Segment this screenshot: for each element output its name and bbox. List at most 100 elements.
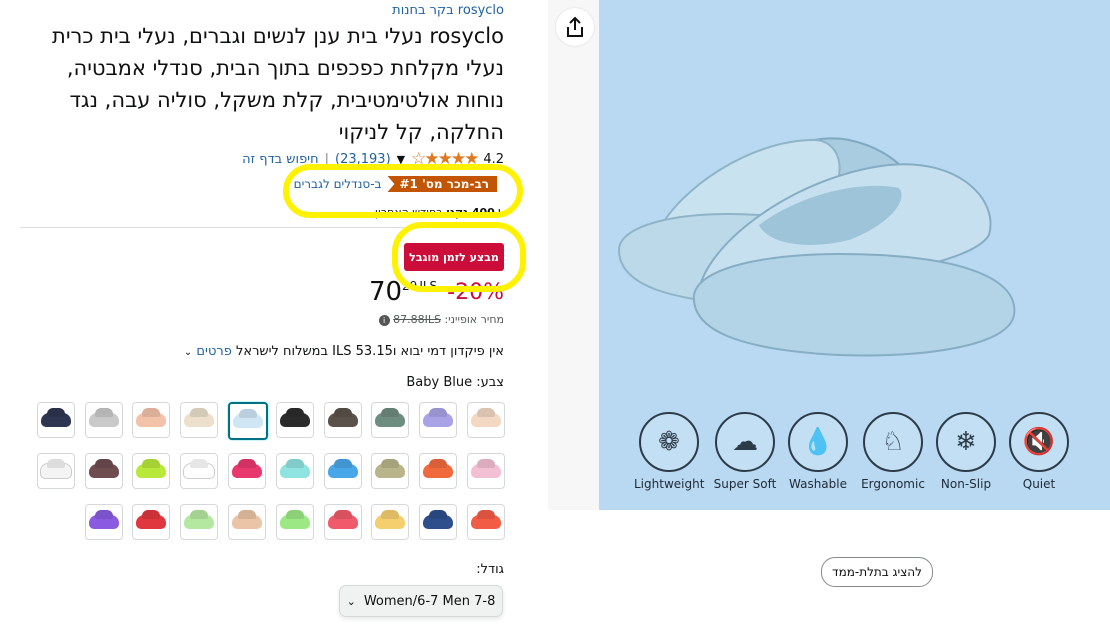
view-3d-label: להציג בתלת-ממד bbox=[832, 565, 922, 579]
feather-icon: ❁ bbox=[639, 412, 699, 472]
feature-label: Super Soft bbox=[713, 477, 777, 491]
slipper-thumbnail bbox=[136, 464, 167, 478]
color-swatch[interactable] bbox=[36, 453, 75, 489]
size-label: גודל: bbox=[476, 562, 504, 577]
color-swatch[interactable] bbox=[228, 402, 268, 440]
slipper-thumbnail bbox=[184, 413, 215, 427]
slipper-thumbnail bbox=[88, 464, 119, 478]
drops-icon: 💧 bbox=[788, 412, 848, 472]
slipper-thumbnail bbox=[471, 413, 501, 427]
size-value: Women/6-7 Men 7-8 bbox=[363, 593, 496, 609]
feature-label: Washable bbox=[789, 477, 847, 491]
color-label-row: צבע: Baby Blue bbox=[406, 375, 504, 390]
slipper-thumbnail bbox=[184, 515, 215, 529]
color-swatch[interactable] bbox=[371, 402, 410, 438]
color-swatch[interactable] bbox=[132, 402, 171, 438]
color-swatch[interactable] bbox=[275, 504, 314, 540]
color-swatch[interactable] bbox=[275, 402, 314, 438]
highlight-mark bbox=[392, 222, 526, 292]
slipper-thumbnail bbox=[327, 413, 358, 427]
color-swatch[interactable] bbox=[36, 402, 75, 438]
chevron-down-icon: ⌄ bbox=[346, 594, 356, 608]
slipper-thumbnail bbox=[232, 464, 262, 478]
slipper-thumbnail bbox=[136, 413, 167, 427]
color-swatch[interactable] bbox=[132, 453, 171, 489]
slipper-thumbnail bbox=[40, 413, 71, 427]
color-swatch[interactable] bbox=[323, 504, 362, 540]
color-swatch[interactable] bbox=[84, 402, 123, 438]
color-swatch[interactable] bbox=[228, 453, 266, 489]
slip-icon: ❄ bbox=[936, 412, 996, 472]
view-3d-button[interactable]: להציג בתלת-ממד bbox=[821, 557, 933, 587]
slipper-thumbnail bbox=[375, 413, 406, 427]
info-icon[interactable]: i bbox=[378, 314, 390, 326]
feature-lightweight: ❁ Lightweight bbox=[634, 412, 704, 491]
color-swatch[interactable] bbox=[419, 504, 458, 540]
slipper-thumbnail bbox=[471, 464, 501, 478]
feature-washable: 💧 Washable bbox=[783, 412, 853, 491]
color-swatch[interactable] bbox=[132, 504, 171, 540]
slipper-thumbnail bbox=[88, 515, 119, 529]
feature-label: Non-Slip bbox=[940, 477, 992, 491]
slipper-thumbnail bbox=[39, 463, 72, 479]
color-swatch[interactable] bbox=[467, 504, 505, 540]
shipping-details-link[interactable]: פרטים bbox=[196, 344, 231, 359]
slipper-thumbnail bbox=[375, 464, 406, 478]
share-button[interactable] bbox=[556, 8, 594, 46]
color-swatch[interactable] bbox=[371, 504, 410, 540]
feature-non-slip: ❄ Non-Slip bbox=[931, 412, 1001, 491]
slipper-thumbnail bbox=[471, 515, 501, 529]
color-swatch[interactable] bbox=[467, 402, 505, 438]
slipper-thumbnail bbox=[279, 413, 310, 427]
shipping-text: אין פיקדון דמי יבוא ו53.15 ILS במשלוח לי… bbox=[235, 344, 504, 359]
color-swatch[interactable] bbox=[419, 402, 458, 438]
color-swatch[interactable] bbox=[275, 453, 314, 489]
color-value: Baby Blue bbox=[406, 375, 473, 390]
color-swatch[interactable] bbox=[228, 504, 266, 540]
slipper-thumbnail bbox=[232, 515, 262, 529]
feature-label: Quiet bbox=[1022, 477, 1056, 491]
slipper-thumbnail bbox=[327, 515, 358, 529]
color-swatch[interactable] bbox=[323, 453, 362, 489]
color-label: צבע: bbox=[476, 375, 504, 390]
slipper-thumbnail bbox=[136, 515, 167, 529]
slipper-thumbnail bbox=[327, 464, 358, 478]
share-icon bbox=[567, 16, 583, 37]
color-swatch[interactable] bbox=[467, 453, 505, 489]
slipper-thumbnail bbox=[375, 515, 406, 529]
slipper-thumbnail bbox=[279, 515, 310, 529]
feature-label: Lightweight bbox=[634, 477, 705, 491]
color-swatch[interactable] bbox=[371, 453, 410, 489]
color-swatch[interactable] bbox=[323, 402, 362, 438]
color-swatch[interactable] bbox=[419, 453, 458, 489]
slipper-thumbnail bbox=[233, 414, 263, 428]
slipper-thumbnail bbox=[423, 464, 454, 478]
price-whole: 70 bbox=[368, 277, 403, 307]
color-swatch[interactable] bbox=[84, 453, 123, 489]
feature-quiet: 🔇 Quiet bbox=[1004, 412, 1074, 491]
color-swatch[interactable] bbox=[180, 453, 219, 489]
slipper-thumbnail bbox=[423, 515, 454, 529]
chevron-down-icon[interactable]: ⌄ bbox=[184, 347, 192, 358]
slipper-thumbnail bbox=[423, 413, 454, 427]
product-title: rosyclo נעלי בית ענן לנשים וגברים, נעלי … bbox=[52, 24, 504, 144]
mute-icon: 🔇 bbox=[1009, 412, 1069, 472]
feature-super-soft: ☁ Super Soft bbox=[710, 412, 780, 491]
brand-store-link[interactable]: בקר בחנות rosyclo bbox=[392, 3, 504, 18]
slipper-thumbnail bbox=[88, 413, 119, 427]
slipper-thumbnail bbox=[279, 464, 310, 478]
list-price: 87.88ILS bbox=[393, 313, 441, 326]
list-price-label: מחיר אופייני: bbox=[444, 313, 504, 326]
footprint-icon: ♘ bbox=[863, 412, 923, 472]
shipping-row: אין פיקדון דמי יבוא ו53.15 ILS במשלוח לי… bbox=[184, 344, 504, 359]
color-swatch[interactable] bbox=[180, 504, 219, 540]
highlight-mark bbox=[283, 164, 523, 218]
slipper-thumbnail bbox=[183, 463, 216, 479]
color-swatch[interactable] bbox=[84, 504, 123, 540]
list-price-row: מחיר אופייני: 87.88ILS i bbox=[378, 313, 504, 326]
feature-ergonomic: ♘ Ergonomic bbox=[858, 412, 928, 491]
cloud-icon: ☁ bbox=[715, 412, 775, 472]
color-swatch[interactable] bbox=[180, 402, 219, 438]
size-select[interactable]: ⌄ Women/6-7 Men 7-8 bbox=[339, 585, 503, 617]
feature-label: Ergonomic bbox=[861, 477, 925, 491]
